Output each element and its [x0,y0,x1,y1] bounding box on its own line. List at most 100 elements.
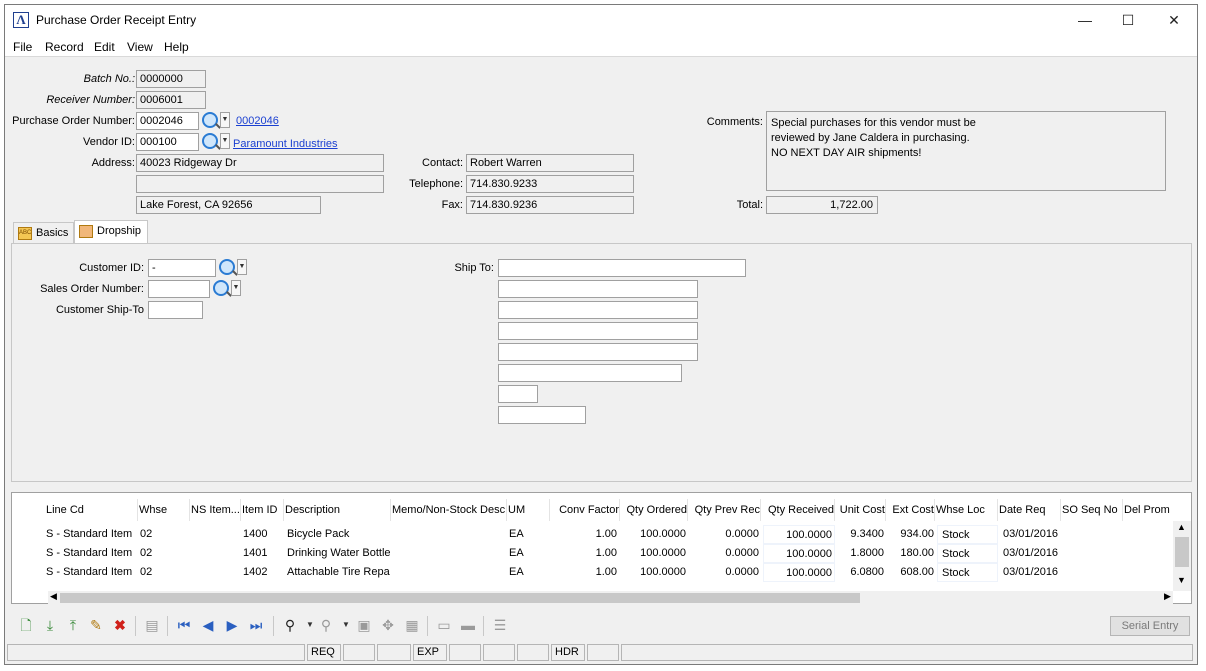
cell-qty-prev-rec[interactable]: 0.0000 [689,544,759,563]
insert-above-icon[interactable]: ⤒ [64,616,82,634]
comments-field[interactable]: Special purchases for this vendor must b… [766,111,1166,191]
expand-icon[interactable]: ▣ [355,616,373,634]
horizontal-scroll-thumb[interactable] [60,593,860,603]
cell-um[interactable]: EA [509,563,549,582]
vendor-link[interactable]: Paramount Industries [233,135,338,153]
edit-notes-icon[interactable]: ✎ [87,616,105,634]
grid-icon[interactable]: ▦ [403,616,421,634]
delete-icon[interactable]: ✖ [111,616,129,634]
screen-icon[interactable]: ▭ [435,616,453,634]
col-line-cd[interactable]: Line Cd [46,499,138,521]
scroll-up-icon[interactable]: ▲ [1177,522,1186,532]
address-line3-field[interactable]: Lake Forest, CA 92656 [136,196,321,214]
close-button[interactable]: ✕ [1165,11,1183,29]
previous-record-icon[interactable]: ◀ [199,616,217,634]
col-whse[interactable]: Whse [139,499,190,521]
sales-order-search-icon[interactable] [213,280,229,296]
serial-entry-button[interactable]: Serial Entry [1110,616,1190,636]
scroll-left-icon[interactable]: ◀ [50,591,57,602]
col-qty-ordered[interactable]: Qty Ordered [621,499,688,521]
cell-unit-cost[interactable]: 6.0800 [836,563,884,582]
col-qty-received[interactable]: Qty Received [762,499,835,521]
menu-view[interactable]: View [127,40,153,54]
sales-order-dropdown-icon[interactable]: ▼ [231,280,241,296]
cell-whse[interactable]: 02 [140,544,190,563]
menu-file[interactable]: File [13,40,32,54]
ship-to-address3-field[interactable] [498,322,698,340]
po-search-icon[interactable] [202,112,218,128]
customer-id-field[interactable]: - [148,259,216,277]
col-ns-item[interactable]: NS Item... [191,499,241,521]
customer-dropdown-icon[interactable]: ▼ [237,259,247,275]
sales-order-field[interactable] [148,280,210,298]
cell-qty-received[interactable]: 100.0000 [763,544,835,563]
cell-ext-cost[interactable]: 180.00 [887,544,934,563]
cell-item-id[interactable]: 1400 [243,525,283,544]
col-del-prom[interactable]: Del Prom [1124,499,1172,521]
menu-help[interactable]: Help [164,40,189,54]
col-item-id[interactable]: Item ID [242,499,284,521]
cell-item-id[interactable]: 1402 [243,563,283,582]
ship-to-state-field[interactable] [498,385,538,403]
cell-line-cd[interactable]: S - Standard Item [46,525,138,544]
cell-whse-loc[interactable]: Stock [937,544,998,563]
last-record-icon[interactable]: ⏭ [247,616,265,634]
first-record-icon[interactable]: ⏮ [175,616,193,634]
cell-whse[interactable]: 02 [140,563,190,582]
vendor-dropdown-icon[interactable]: ▼ [220,133,230,149]
address-line2-field[interactable] [136,175,384,193]
print-icon[interactable]: ▤ [143,616,161,634]
zoom-dropdown-icon[interactable]: ▼ [337,616,355,634]
cell-date-req[interactable]: 03/01/2016 [1003,563,1061,582]
list-icon[interactable]: ☰ [491,616,509,634]
col-memo[interactable]: Memo/Non-Stock Desc [392,499,507,521]
cell-qty-ordered[interactable]: 100.0000 [621,544,686,563]
col-so-seq-no[interactable]: SO Seq No [1062,499,1123,521]
zoom-icon[interactable]: ⚲ [317,616,335,634]
col-description[interactable]: Description [285,499,391,521]
vendor-search-icon[interactable] [202,133,218,149]
new-record-icon[interactable]: 🗋 [17,616,35,634]
col-qty-prev-rec[interactable]: Qty Prev Rec [689,499,761,521]
col-whse-loc[interactable]: Whse Loc [936,499,998,521]
insert-line-icon[interactable]: ⤓ [41,616,59,634]
ship-to-address1-field[interactable] [498,280,698,298]
fax-field[interactable]: 714.830.9236 [466,196,634,214]
cell-conv-factor[interactable]: 1.00 [551,544,617,563]
cell-unit-cost[interactable]: 9.3400 [836,525,884,544]
cell-qty-ordered[interactable]: 100.0000 [621,563,686,582]
cell-qty-received[interactable]: 100.0000 [763,563,835,582]
cell-um[interactable]: EA [509,544,549,563]
cell-conv-factor[interactable]: 1.00 [551,563,617,582]
tab-basics[interactable]: ABC Basics [13,222,74,244]
minimize-button[interactable]: — [1076,11,1094,29]
col-date-req[interactable]: Date Req [999,499,1061,521]
batch-field[interactable]: 0000000 [136,70,206,88]
columns-icon[interactable]: ✥ [379,616,397,634]
ship-to-name-field[interactable] [498,259,746,277]
binoculars-icon[interactable]: ⚲ [281,616,299,634]
cell-line-cd[interactable]: S - Standard Item [46,544,138,563]
cell-qty-prev-rec[interactable]: 0.0000 [689,525,759,544]
cell-whse-loc[interactable]: Stock [937,525,998,544]
po-link[interactable]: 0002046 [236,112,279,130]
cell-qty-received[interactable]: 100.0000 [763,525,835,544]
cell-description[interactable]: Drinking Water Bottle [287,544,391,563]
menu-edit[interactable]: Edit [94,40,115,54]
cell-ext-cost[interactable]: 608.00 [887,563,934,582]
po-field[interactable]: 0002046 [136,112,199,130]
po-dropdown-icon[interactable]: ▼ [220,112,230,128]
cell-description[interactable]: Attachable Tire Repa [287,563,391,582]
col-conv-factor[interactable]: Conv Factor [551,499,620,521]
scroll-right-icon[interactable]: ▶ [1164,591,1171,602]
cell-ext-cost[interactable]: 934.00 [887,525,934,544]
cell-qty-ordered[interactable]: 100.0000 [621,525,686,544]
col-um[interactable]: UM [508,499,550,521]
cell-whse-loc[interactable]: Stock [937,563,998,582]
address-line1-field[interactable]: 40023 Ridgeway Dr [136,154,384,172]
grid-horizontal-scrollbar[interactable]: ◀ ▶ [48,591,1173,604]
vertical-scroll-thumb[interactable] [1175,537,1189,567]
cell-item-id[interactable]: 1401 [243,544,283,563]
cell-um[interactable]: EA [509,525,549,544]
col-unit-cost[interactable]: Unit Cost [836,499,886,521]
